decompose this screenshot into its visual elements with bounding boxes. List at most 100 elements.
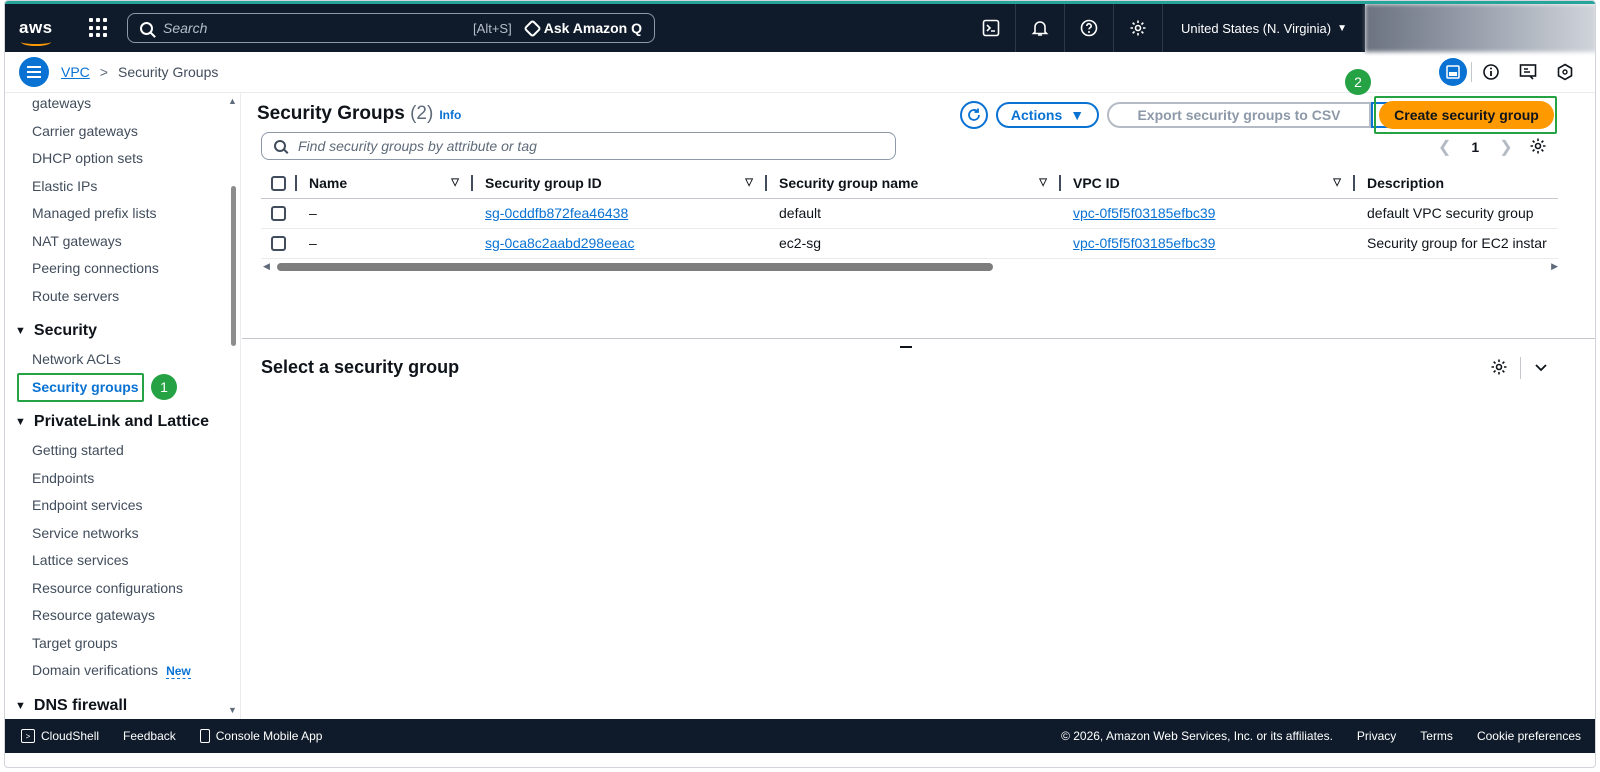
actions-dropdown[interactable]: Actions ▼ <box>996 102 1099 128</box>
sidebar-item-dhcp-option-sets[interactable]: DHCP option sets <box>32 150 143 166</box>
cell-name: – <box>299 228 475 259</box>
filter-input[interactable]: Find security groups by attribute or tag <box>261 132 896 160</box>
notifications-bell-icon[interactable] <box>1015 4 1064 52</box>
amazon-q-panel-icon[interactable] <box>1546 57 1583 87</box>
split-panel-settings-gear-icon[interactable] <box>1490 358 1508 379</box>
footer-cloudshell[interactable]: > CloudShell <box>21 729 99 743</box>
sidebar-item-domain-verifications[interactable]: Domain verifications New <box>32 662 191 679</box>
chevron-right-icon: > <box>99 64 108 80</box>
highlight-box-step-2 <box>1374 96 1557 134</box>
row-checkbox[interactable] <box>261 228 299 259</box>
sidebar-section-dns-firewall[interactable]: ▼ DNS firewall <box>15 697 127 715</box>
scrollbar-thumb[interactable] <box>277 263 993 271</box>
info-link[interactable]: Info <box>439 108 461 122</box>
sidebar-item-nat-gateways[interactable]: NAT gateways <box>32 233 122 249</box>
vpc-id-link[interactable]: vpc-0f5f5f03185efbc39 <box>1073 235 1215 251</box>
sidebar-item-elastic-ips[interactable]: Elastic IPs <box>32 178 97 194</box>
sidebar-item-target-groups[interactable]: Target groups <box>32 635 118 651</box>
tutorial-icon[interactable] <box>1509 57 1546 87</box>
resize-handle[interactable] <box>900 346 912 348</box>
sidebar-section-privatelink[interactable]: ▼ PrivateLink and Lattice <box>15 413 209 431</box>
security-groups-table: Name ▽ Security group ID ▽ Security group … <box>261 168 1558 259</box>
chevron-down-icon[interactable] <box>1533 359 1549 378</box>
item-count: (2) <box>410 103 434 124</box>
sort-icon: ▽ <box>451 177 459 188</box>
sidebar-item-getting-started[interactable]: Getting started <box>32 442 124 458</box>
sidebar-item-peering-connections[interactable]: Peering connections <box>32 260 159 276</box>
aws-logo[interactable]: aws <box>19 18 67 46</box>
split-panel-title: Select a security group <box>261 357 460 377</box>
sidebar-item-managed-prefix-lists[interactable]: Managed prefix lists <box>32 205 157 221</box>
highlight-box-step-1 <box>17 373 144 402</box>
column-header-name[interactable]: Name ▽ <box>299 168 475 199</box>
info-icon[interactable] <box>1472 57 1509 87</box>
select-all-checkbox[interactable] <box>261 168 299 199</box>
menu-toggle-icon[interactable] <box>19 57 49 87</box>
scroll-right-icon[interactable]: ▶ <box>1551 261 1558 272</box>
search-shortcut: [Alt+S] <box>473 20 512 36</box>
new-badge: New <box>166 664 191 679</box>
refresh-button[interactable] <box>960 101 988 129</box>
breadcrumb-vpc-link[interactable]: VPC <box>61 64 90 80</box>
settings-gear-icon[interactable] <box>1113 4 1162 52</box>
sidebar-section-security[interactable]: ▼ Security <box>15 322 97 340</box>
sidebar-scrollbar[interactable] <box>231 186 236 346</box>
chevron-right-icon[interactable]: ❯ <box>1499 137 1512 157</box>
footer-copyright: © 2026, Amazon Web Services, Inc. or its… <box>1061 729 1333 743</box>
caret-down-icon: ▼ <box>1070 107 1085 123</box>
page-number[interactable]: 1 <box>1471 139 1479 155</box>
sidebar-item-endpoint-services[interactable]: Endpoint services <box>32 497 143 513</box>
table-preferences-gear-icon[interactable] <box>1529 137 1547 158</box>
footer-mobile-app[interactable]: Console Mobile App <box>199 729 322 743</box>
sidebar-item-route-servers[interactable]: Route servers <box>32 288 119 304</box>
sidebar-item-service-networks[interactable]: Service networks <box>32 525 139 541</box>
footer-terms-link[interactable]: Terms <box>1420 729 1453 743</box>
services-grid-icon[interactable] <box>89 18 109 38</box>
step-badge-2: 2 <box>1345 69 1371 95</box>
chevron-left-icon[interactable]: ❮ <box>1438 137 1451 157</box>
sidebar-item-resource-configurations[interactable]: Resource configurations <box>32 580 183 596</box>
footer-feedback[interactable]: Feedback <box>123 729 176 743</box>
search-input[interactable]: Search [Alt+S] Ask Amazon Q <box>127 13 655 43</box>
sidebar-item-carrier-gateways[interactable]: Carrier gateways <box>32 123 138 139</box>
table-row[interactable]: – sg-0cddfb872fea46438 default vpc-0f5f5… <box>261 198 1558 229</box>
sort-icon: ▽ <box>745 177 753 188</box>
sidebar-item-endpoints[interactable]: Endpoints <box>32 470 94 486</box>
scroll-down-icon[interactable]: ▼ <box>228 705 237 715</box>
sidebar-item-gateways[interactable]: gateways <box>32 95 91 111</box>
table-row[interactable]: – sg-0ca8c2aabd298eeac ec2-sg vpc-0f5f5f… <box>261 228 1558 259</box>
sidebar-item-lattice-services[interactable]: Lattice services <box>32 552 128 568</box>
cell-description: default VPC security group <box>1357 198 1558 229</box>
footer-privacy-link[interactable]: Privacy <box>1357 729 1396 743</box>
refresh-icon <box>968 108 980 121</box>
footer-cookie-preferences-link[interactable]: Cookie preferences <box>1477 729 1581 743</box>
cloudshell-icon[interactable] <box>966 4 1015 52</box>
vpc-id-link[interactable]: vpc-0f5f5f03185efbc39 <box>1073 205 1215 221</box>
cell-security-group-name: ec2-sg <box>769 228 1063 259</box>
help-icon[interactable] <box>1064 4 1113 52</box>
table-horizontal-scrollbar[interactable]: ◀ ▶ <box>261 261 1558 273</box>
export-csv-button[interactable]: Export security groups to CSV <box>1107 102 1371 128</box>
cell-vpc-id: vpc-0f5f5f03185efbc39 <box>1063 198 1357 229</box>
scroll-up-icon[interactable]: ▲ <box>228 96 237 106</box>
sort-icon: ▽ <box>1039 177 1047 188</box>
column-header-security-group-id[interactable]: Security group ID ▽ <box>475 168 769 199</box>
column-header-security-group-name[interactable]: Security group name ▽ <box>769 168 1063 199</box>
cell-vpc-id: vpc-0f5f5f03185efbc39 <box>1063 228 1357 259</box>
expanded-triangle-icon: ▼ <box>15 700 26 712</box>
scroll-left-icon[interactable]: ◀ <box>263 261 270 272</box>
mobile-phone-icon <box>199 729 210 743</box>
sidebar-item-resource-gateways[interactable]: Resource gateways <box>32 607 155 623</box>
main-content: Security Groups (2) Info Actions ▼ Export … <box>242 69 1595 719</box>
side-navigation: gateways Carrier gateways DHCP option se… <box>5 93 241 719</box>
column-header-description[interactable]: Description <box>1357 168 1558 199</box>
row-checkbox[interactable] <box>261 198 299 229</box>
security-group-id-link[interactable]: sg-0ca8c2aabd298eeac <box>485 235 634 251</box>
ask-amazon-q-button[interactable]: Ask Amazon Q <box>523 18 642 38</box>
sidebar-item-network-acls[interactable]: Network ACLs <box>32 351 121 367</box>
top-navigation: aws Search [Alt+S] Ask Amazon Q United S… <box>5 4 1365 52</box>
region-selector[interactable]: United States (N. Virginia) ▼ <box>1162 4 1365 52</box>
security-group-id-link[interactable]: sg-0cddfb872fea46438 <box>485 205 628 221</box>
column-header-vpc-id[interactable]: VPC ID ▽ <box>1063 168 1357 199</box>
panel-toggle-button[interactable] <box>1434 57 1471 87</box>
